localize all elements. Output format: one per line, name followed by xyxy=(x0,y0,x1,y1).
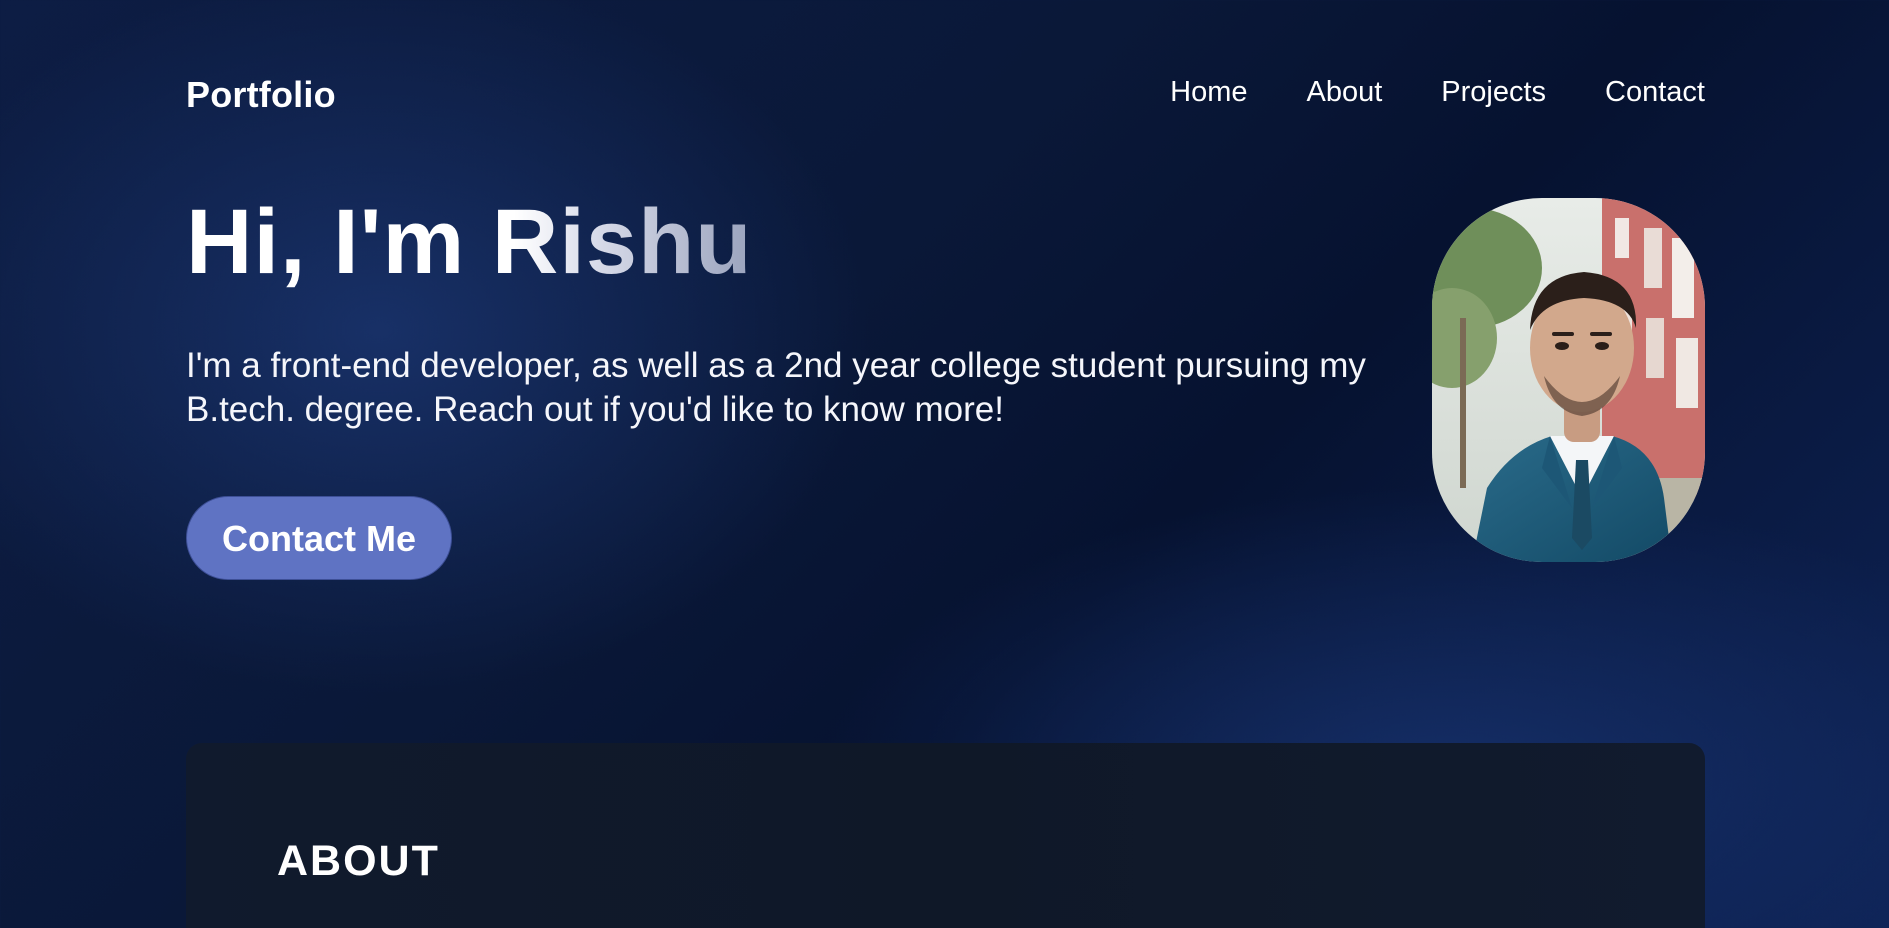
profile-photo xyxy=(1432,198,1705,562)
navbar: Portfolio Home About Projects Contact xyxy=(186,70,1705,120)
about-section: ABOUT xyxy=(186,743,1705,928)
profile-photo-illustration xyxy=(1432,198,1705,562)
about-title: ABOUT xyxy=(277,837,440,885)
nav-link-projects[interactable]: Projects xyxy=(1441,76,1546,109)
nav-links: Home About Projects Contact xyxy=(1170,76,1705,109)
hero-title: Hi, I'm Rishu xyxy=(186,191,753,293)
brand-logo[interactable]: Portfolio xyxy=(186,74,336,116)
nav-link-home[interactable]: Home xyxy=(1170,76,1247,109)
nav-link-contact[interactable]: Contact xyxy=(1605,76,1705,109)
contact-me-button[interactable]: Contact Me xyxy=(186,496,452,580)
page: Portfolio Home About Projects Contact Hi… xyxy=(186,0,1705,928)
hero-description: I'm a front-end developer, as well as a … xyxy=(186,346,1366,429)
nav-link-about[interactable]: About xyxy=(1306,76,1382,109)
